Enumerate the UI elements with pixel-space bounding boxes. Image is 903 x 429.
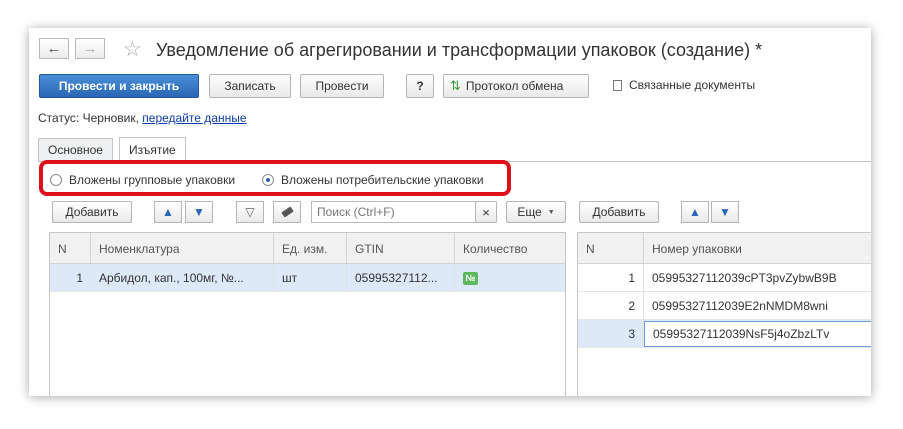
save-button[interactable]: Записать: [209, 74, 291, 98]
row-quantity[interactable]: №: [455, 264, 565, 292]
table-row[interactable]: 3 05995327112039NsF5j4oZbzLTv: [578, 320, 871, 348]
left-move-down-button[interactable]: ▼: [185, 201, 213, 223]
exchange-log-button[interactable]: ⇅ Протокол обмена: [443, 74, 589, 98]
col-header-nomenclature[interactable]: Номенклатура: [91, 233, 274, 264]
chevron-down-icon: ▼: [547, 208, 555, 216]
row-n: 3: [578, 320, 644, 348]
exchange-log-label: Протокол обмена: [465, 79, 564, 93]
right-move-up-button[interactable]: ▲: [681, 201, 709, 223]
status-value: Черновик,: [82, 111, 139, 125]
col-header-quantity[interactable]: Количество: [455, 233, 565, 264]
filter-button[interactable]: ▽: [236, 201, 264, 223]
status-line: Статус: Черновик, передайте данные: [38, 111, 247, 125]
left-add-button[interactable]: Добавить: [52, 201, 132, 223]
tab-withdrawal[interactable]: Изъятие: [119, 137, 186, 161]
table-row[interactable]: 2 05995327112039E2nNMDM8wni: [578, 292, 871, 320]
search-input[interactable]: [311, 201, 476, 223]
row-gtin: 05995327112...: [347, 264, 455, 292]
right-add-button[interactable]: Добавить: [579, 201, 659, 223]
col-header-n[interactable]: N: [50, 233, 91, 264]
forward-button[interactable]: →: [75, 38, 105, 59]
row-n: 1: [578, 264, 644, 292]
tab-main[interactable]: Основное: [38, 138, 113, 161]
products-table: N Номенклатура Ед. изм. GTIN Количество …: [49, 232, 566, 396]
col-header-unit[interactable]: Ед. изм.: [274, 233, 347, 264]
favorite-star-icon[interactable]: ☆: [123, 37, 142, 62]
arrow-up-icon: ▲: [689, 205, 701, 219]
status-label: Статус:: [38, 111, 80, 125]
right-move-down-button[interactable]: ▼: [711, 201, 739, 223]
post-button[interactable]: Провести: [300, 74, 384, 98]
row-package-number: 05995327112039E2nNMDM8wni: [652, 299, 828, 313]
row-n: 1: [76, 271, 83, 285]
back-button[interactable]: ←: [39, 38, 69, 59]
more-menu-button[interactable]: Еще ▼: [506, 201, 566, 223]
arrow-down-icon: ▼: [193, 205, 205, 219]
table-row[interactable]: 1 05995327112039cPT3pvZybwB9B: [578, 264, 871, 292]
exchange-arrows-icon: ⇅: [450, 78, 461, 93]
col-header-n[interactable]: N: [578, 233, 644, 264]
col-header-package-number[interactable]: Номер упаковки: [644, 233, 871, 264]
window-title: Уведомление об агрегировании и трансформ…: [156, 40, 763, 60]
document-window: ← → ☆ Уведомление об агрегировании и тра…: [29, 28, 871, 396]
document-icon: [613, 79, 622, 91]
quantity-badge-icon[interactable]: №: [463, 271, 478, 285]
arrow-right-icon: →: [82, 40, 98, 57]
row-package-number[interactable]: 05995327112039NsF5j4oZbzLTv: [644, 321, 871, 347]
tab-main-label: Основное: [48, 143, 103, 157]
tab-withdrawal-label: Изъятие: [129, 142, 176, 157]
highlight-box: [39, 160, 511, 196]
arrow-left-icon: ←: [46, 40, 62, 57]
left-move-up-button[interactable]: ▲: [154, 201, 182, 223]
row-nomenclature: Арбидол, кап., 100мг, №...: [91, 264, 274, 292]
clear-filter-button[interactable]: [273, 201, 301, 223]
row-unit: шт: [274, 264, 347, 292]
col-header-gtin[interactable]: GTIN: [347, 233, 455, 264]
related-documents-link[interactable]: Связанные документы: [613, 78, 755, 92]
post-and-close-button[interactable]: Провести и закрыть: [39, 74, 199, 98]
send-data-link[interactable]: передайте данные: [142, 111, 246, 125]
related-documents-label: Связанные документы: [629, 78, 756, 92]
help-button[interactable]: ?: [406, 74, 434, 98]
arrow-up-icon: ▲: [162, 205, 174, 219]
arrow-down-icon: ▼: [719, 205, 731, 219]
table-row[interactable]: 1 Арбидол, кап., 100мг, №... шт 05995327…: [50, 264, 565, 292]
row-n: 2: [578, 292, 644, 320]
more-menu-label: Еще: [517, 205, 542, 219]
row-package-number: 05995327112039cPT3pvZybwB9B: [652, 271, 837, 285]
filter-icon: ▽: [245, 205, 255, 219]
eraser-icon: [280, 206, 294, 218]
package-codes-table: N Номер упаковки 1 05995327112039cPT3pvZ…: [577, 232, 871, 396]
search-clear-button[interactable]: ×: [475, 201, 497, 223]
